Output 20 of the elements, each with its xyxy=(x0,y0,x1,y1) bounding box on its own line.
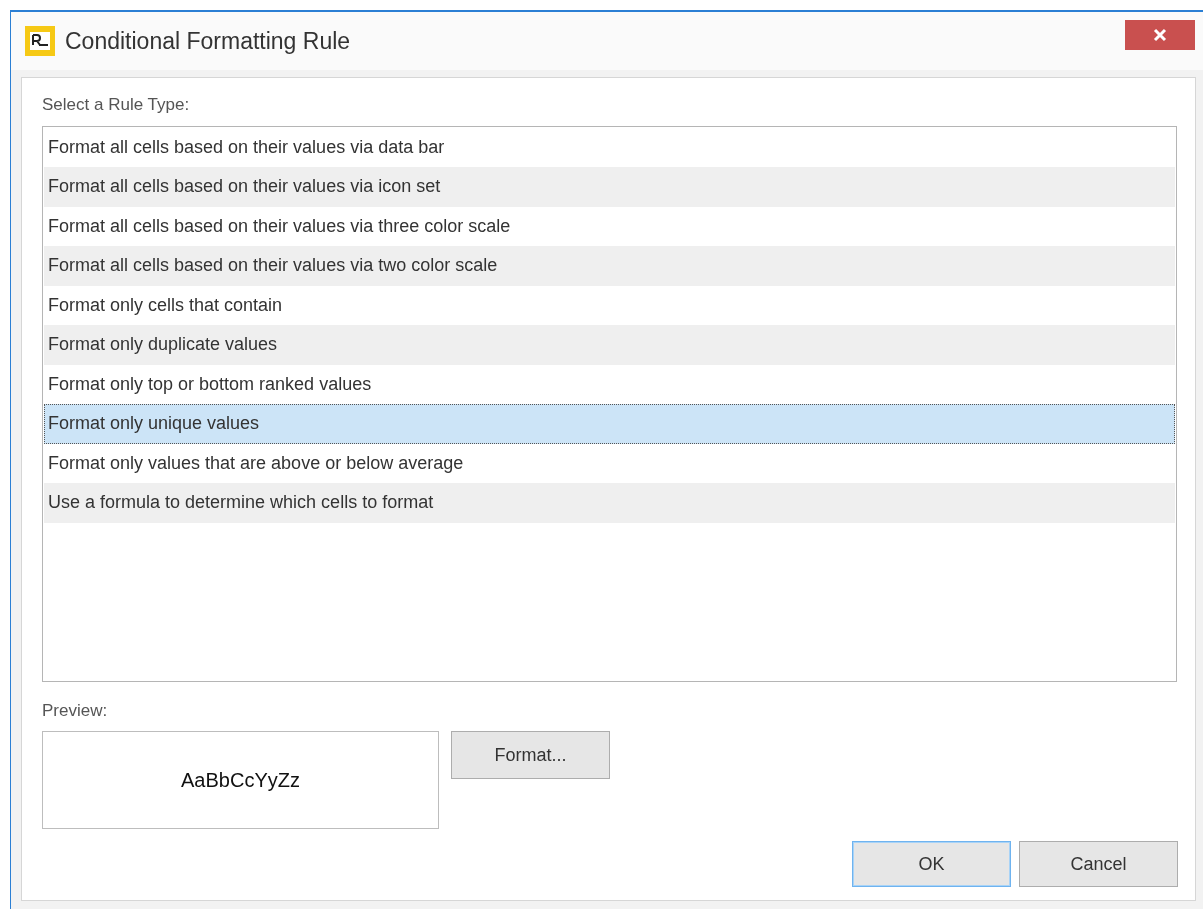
preview-sample: AaBbCcYyZz xyxy=(42,731,439,829)
rule-type-item[interactable]: Format only cells that contain xyxy=(44,285,1175,325)
window-title: Conditional Formatting Rule xyxy=(65,26,351,56)
rule-type-item[interactable]: Format only values that are above or below average xyxy=(44,443,1175,483)
rule-type-item[interactable]: Format all cells based on their values via icon set xyxy=(44,167,1175,207)
rule-type-item[interactable]: Format only top or bottom ranked values xyxy=(44,364,1175,404)
app-icon xyxy=(25,26,55,56)
rule-type-item[interactable]: Format only duplicate values xyxy=(44,325,1175,365)
rule-type-item[interactable]: Format only unique values xyxy=(44,404,1175,444)
preview-label: Preview: xyxy=(42,699,109,722)
format-button[interactable]: Format... xyxy=(451,731,610,779)
rule-type-item[interactable]: Format all cells based on their values via two color scale xyxy=(44,246,1175,286)
close-icon xyxy=(1153,28,1167,42)
rule-type-item[interactable]: Format all cells based on their values via three color scale xyxy=(44,206,1175,246)
cancel-button[interactable]: Cancel xyxy=(1019,841,1178,887)
close-button[interactable] xyxy=(1125,20,1195,50)
ok-button[interactable]: OK xyxy=(852,841,1011,887)
section-label: Select a Rule Type: xyxy=(42,94,191,116)
rule-type-item[interactable]: Format all cells based on their values via data bar xyxy=(44,127,1175,167)
rule-type-item[interactable]: Use a formula to determine which cells to format xyxy=(44,483,1175,523)
